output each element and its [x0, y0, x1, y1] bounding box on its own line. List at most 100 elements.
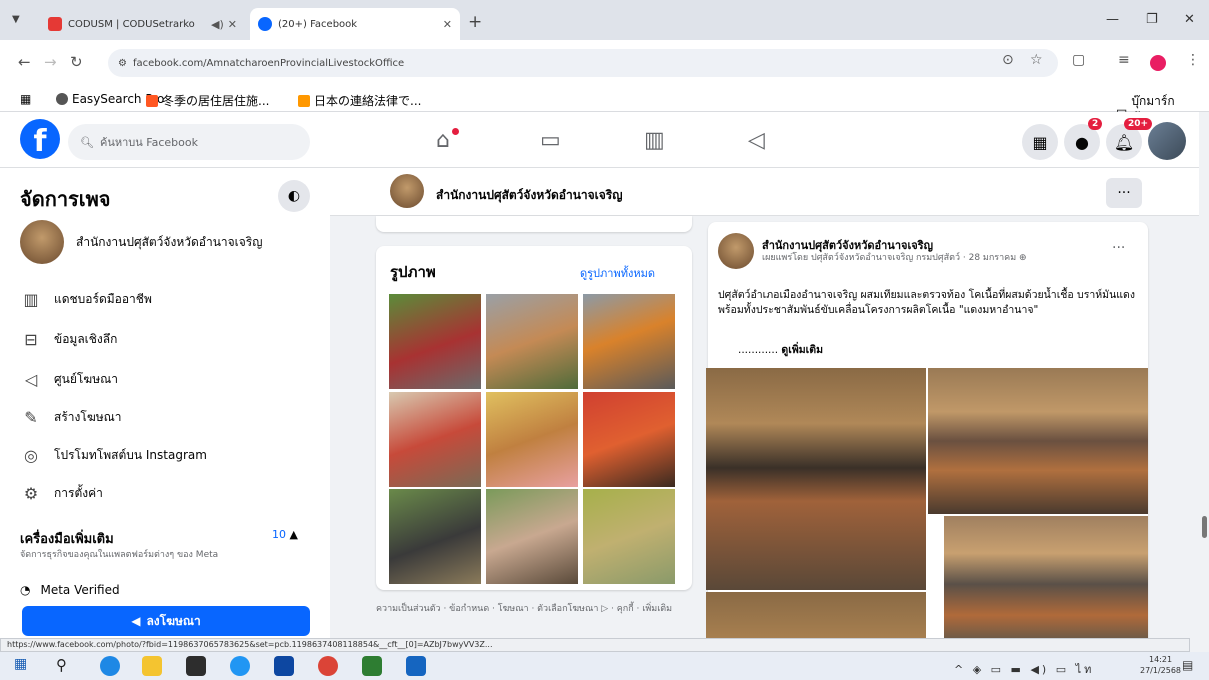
watch-icon[interactable]: ▭ — [540, 128, 561, 153]
gear-icon: ⚙ — [23, 484, 39, 503]
sidebar-item-insights[interactable]: ⊟ ข้อมูลเชิงลึก — [20, 330, 117, 349]
close-window-icon[interactable]: ✕ — [1184, 12, 1195, 27]
see-all-photos-link[interactable]: ดูรูปภาพทั้งหมด — [580, 264, 655, 282]
photo-thumbnail[interactable] — [583, 294, 675, 389]
sound-icon: ◀) — [211, 17, 224, 31]
post-photo[interactable] — [928, 368, 1148, 514]
sidebar-toggle-icon[interactable]: ◐ — [278, 180, 310, 212]
taskbar-clock[interactable]: 14:21 27/1/2568 — [1140, 654, 1181, 676]
system-tray-icons[interactable]: ^ ◈ ▭ ▬ ◀) ▭ ไท — [954, 660, 1094, 678]
tab-search-icon[interactable]: ▼ — [12, 14, 20, 25]
sidebar-item-meta-verified[interactable]: ◔ Meta Verified — [20, 583, 120, 597]
restore-icon[interactable]: ❐ — [1146, 12, 1158, 27]
page-header-name[interactable]: สำนักงานปศุสัตว์จังหวัดอำนาจเจริญ — [436, 186, 622, 205]
photo-thumbnail[interactable] — [389, 392, 481, 487]
sidebar-item-create-ad[interactable]: ✎ สร้างโฆษณา — [20, 408, 122, 427]
post-photo[interactable] — [944, 516, 1148, 640]
file-explorer-icon[interactable] — [142, 656, 162, 676]
photo-thumbnail[interactable] — [486, 294, 578, 389]
profile-avatar[interactable] — [1148, 122, 1186, 160]
tab-title: (20+) Facebook — [278, 18, 358, 30]
reading-list-icon[interactable]: ≡ — [1118, 52, 1130, 68]
page-avatar — [20, 220, 64, 264]
back-icon[interactable]: ← — [18, 53, 31, 71]
reload-icon[interactable]: ↻ — [70, 53, 83, 71]
photo-thumbnail[interactable] — [389, 294, 481, 389]
photo-thumbnail[interactable] — [486, 489, 578, 584]
post-text: ปศุสัตว์อำเภอเมืองอำนาจเจริญ ผสมเทียมและ… — [718, 289, 1135, 316]
more-tools-toggle[interactable]: 10 ▲ — [272, 528, 298, 541]
photo-thumbnail[interactable] — [486, 392, 578, 487]
sidebar-item-ad-center[interactable]: ◁ ศูนย์โฆษณา — [20, 370, 118, 389]
bookmark-site-icon — [146, 94, 158, 107]
chevron-up-icon: ▲ — [289, 528, 298, 541]
page-avatar[interactable] — [390, 174, 424, 208]
ads-megaphone-icon[interactable]: ◁ — [748, 128, 765, 153]
close-tab-icon[interactable]: ✕ — [228, 18, 237, 31]
see-more-prefix: ............ — [738, 344, 779, 356]
forward-icon[interactable]: → — [44, 53, 57, 71]
photo-thumbnail[interactable] — [583, 392, 675, 487]
menu-grid-icon[interactable]: ▦ — [1022, 124, 1058, 160]
sidebar-item-label: สร้างโฆษณา — [54, 410, 122, 424]
notifications-badge: 20+ — [1124, 118, 1153, 130]
sidebar-page-switcher[interactable]: สำนักงานปศุสัตว์จังหวัดอำนาจเจริญ — [20, 220, 262, 264]
notification-center-icon[interactable]: ▤ — [1182, 658, 1202, 678]
bookmark-3[interactable]: 日本の連絡法律で... — [298, 92, 421, 109]
photo-thumbnail[interactable] — [583, 489, 675, 584]
extensions-icon[interactable]: ▢ — [1072, 52, 1085, 68]
sidebar-item-instagram[interactable]: ◎ โปรโมทโพสต์บน Instagram — [20, 446, 207, 465]
search-placeholder: ค้นหาบน Facebook — [99, 136, 198, 149]
search-icon[interactable]: ⚲ — [56, 656, 76, 676]
see-more-link[interactable]: ............ ดูเพิ่มเติม — [738, 341, 823, 358]
bookmark-label: 日本の連絡法律で... — [314, 94, 422, 108]
lens-icon[interactable]: ⊙ — [1002, 52, 1014, 68]
bookmark-star-icon[interactable]: ☆ — [1030, 52, 1043, 68]
apps-grid-icon[interactable]: ▦ — [20, 92, 31, 106]
more-options-icon[interactable]: ··· — [1106, 178, 1142, 208]
new-tab-icon[interactable]: + — [468, 12, 482, 32]
app-icon[interactable] — [362, 656, 382, 676]
browser-tab-facebook[interactable]: (20+) Facebook ✕ — [250, 8, 460, 40]
sidebar-item-dashboard[interactable]: ▥ แดชบอร์ดมืออาชีพ — [20, 290, 151, 309]
app-icon[interactable] — [186, 656, 206, 676]
url-bar[interactable]: ⚙ facebook.com/AmnatcharoenProvincialLiv… — [108, 49, 1058, 77]
edge-icon[interactable] — [100, 656, 120, 676]
home-notification-dot — [452, 128, 459, 135]
page-scrollbar[interactable] — [1199, 112, 1209, 640]
app-icon[interactable] — [230, 656, 250, 676]
outlook-icon[interactable] — [406, 656, 426, 676]
link-status-bar: https://www.facebook.com/photo/?fbid=119… — [0, 638, 1190, 652]
photo-thumbnail[interactable] — [389, 489, 481, 584]
facebook-search-input[interactable]: 🔍︎ ค้นหาบน Facebook — [68, 124, 310, 160]
minimize-icon[interactable]: — — [1106, 12, 1119, 27]
more-tools-title: เครื่องมือเพิ่มเติม — [20, 532, 114, 547]
home-icon[interactable]: ⌂ — [436, 128, 450, 153]
browser-menu-icon[interactable]: ⋮ — [1186, 52, 1200, 68]
app-icon[interactable] — [274, 656, 294, 676]
post-author-avatar[interactable] — [718, 233, 754, 269]
footer-links[interactable]: ความเป็นส่วนตัว · ข้อกำหนด · โฆษณา · ตัว… — [376, 602, 696, 616]
clock-time: 14:21 — [1148, 655, 1173, 664]
windows-start-icon[interactable]: ▦ — [14, 656, 34, 676]
scrollbar-thumb[interactable] — [1202, 516, 1207, 538]
sidebar-title: จัดการเพจ — [20, 187, 111, 211]
profile-avatar-icon[interactable] — [1150, 55, 1166, 71]
url-text: facebook.com/AmnatcharoenProvincialLives… — [132, 57, 405, 69]
bookmark-2[interactable]: 冬季の居住居住施... — [146, 92, 269, 109]
create-ad-button[interactable]: ◀ ลงโฆษณา — [22, 606, 310, 636]
tools-count-badge: 10 — [272, 528, 286, 541]
close-tab-icon[interactable]: ✕ — [443, 18, 452, 31]
search-icon: 🔍︎ — [80, 135, 94, 149]
chrome-icon[interactable] — [318, 656, 338, 676]
post-more-options-icon[interactable]: ··· — [1112, 240, 1125, 256]
post-photo[interactable] — [706, 592, 926, 640]
site-info-icon[interactable]: ⚙ — [118, 58, 127, 69]
post-photo[interactable] — [706, 368, 926, 590]
tab-title: CODUSM | CODUSetrarko — [68, 18, 195, 30]
marketplace-icon[interactable]: ▥ — [644, 128, 665, 153]
sidebar-item-settings[interactable]: ⚙ การตั้งค่า — [20, 484, 103, 503]
megaphone-icon: ◀ — [131, 614, 141, 628]
facebook-logo-icon[interactable]: f — [20, 119, 60, 159]
browser-tab-codusm[interactable]: CODUSM | CODUSetrarko ◀) ✕ — [40, 8, 245, 40]
